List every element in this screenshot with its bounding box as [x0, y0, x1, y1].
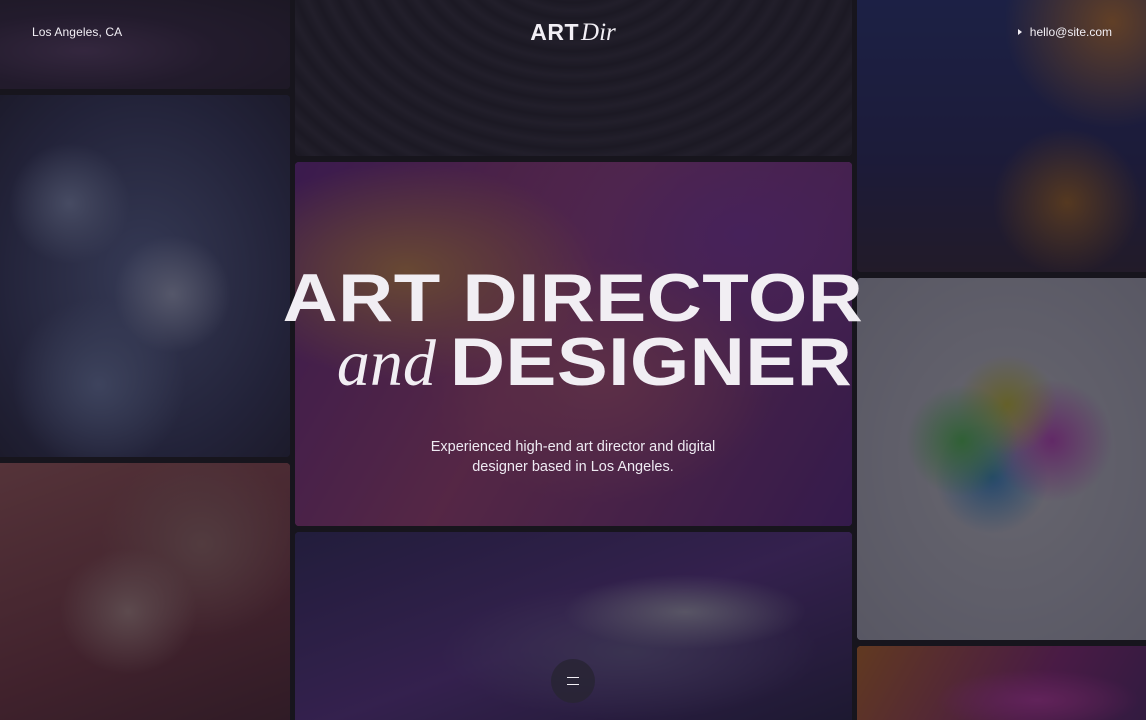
- hero-subtitle: Experienced high-end art director and di…: [430, 439, 716, 475]
- site-logo[interactable]: ARTDir: [0, 18, 1146, 50]
- contact-email-link[interactable]: hello@site.com: [1017, 24, 1112, 40]
- gallery-image: [857, 646, 1146, 720]
- logo-bold-text: ART: [530, 19, 580, 45]
- hero-headline-italic: and: [336, 327, 436, 400]
- hero-section: ART DIRECTOR and DESIGNER Experienced hig…: [0, 262, 1146, 477]
- contact-email-text: hello@site.com: [1029, 25, 1112, 39]
- hero-headline-line2: and DESIGNER: [0, 326, 1146, 417]
- logo-italic-text: Dir: [581, 19, 616, 46]
- arrow-right-icon: [1017, 29, 1022, 35]
- hero-headline-bold: DESIGNER: [449, 324, 853, 400]
- menu-icon: [567, 677, 579, 685]
- menu-button[interactable]: [551, 659, 595, 703]
- gallery-image: [0, 463, 290, 720]
